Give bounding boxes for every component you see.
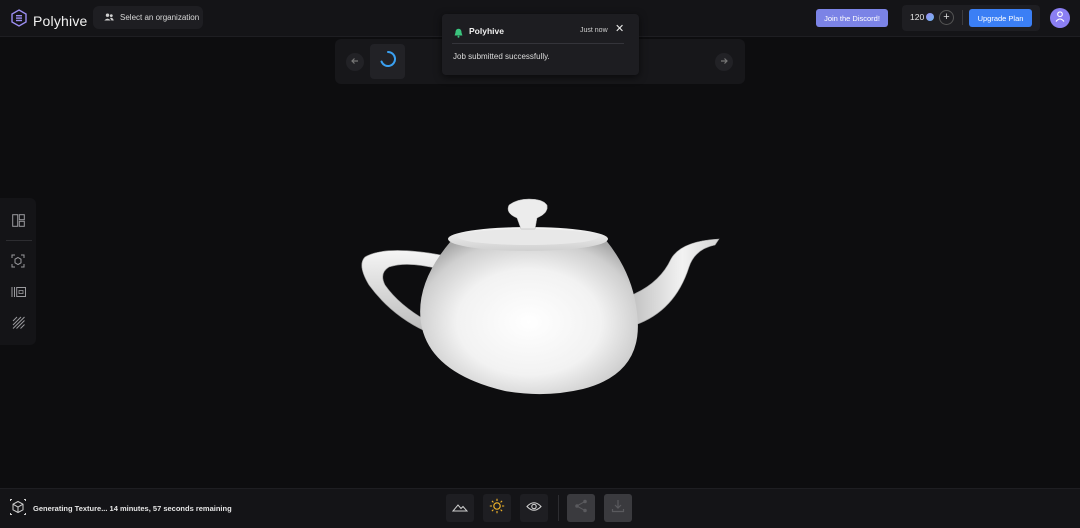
users-icon bbox=[104, 13, 114, 23]
texture-stripes-icon[interactable] bbox=[10, 314, 26, 330]
share-icon bbox=[574, 499, 588, 518]
app-name: Polyhive bbox=[33, 12, 88, 29]
arrow-right-icon bbox=[719, 53, 729, 71]
landscape-icon bbox=[451, 499, 469, 517]
add-credits-button[interactable]: + bbox=[939, 10, 954, 25]
generation-status-text: Generating Texture... 14 minutes, 57 sec… bbox=[33, 504, 232, 513]
credit-gem-icon bbox=[926, 13, 934, 21]
notification-toast bbox=[442, 14, 639, 75]
arrow-left-icon bbox=[350, 53, 360, 71]
lighting-button[interactable] bbox=[483, 494, 511, 522]
toast-divider bbox=[452, 43, 624, 44]
sun-icon bbox=[489, 498, 505, 519]
app-logo[interactable]: Polyhive bbox=[11, 9, 88, 32]
previous-model-button[interactable] bbox=[346, 53, 364, 71]
share-button[interactable] bbox=[567, 494, 595, 522]
uv-map-icon[interactable] bbox=[10, 284, 26, 300]
download-button[interactable] bbox=[604, 494, 632, 522]
bell-icon bbox=[454, 25, 463, 43]
polyhive-logo-icon bbox=[11, 9, 27, 32]
toast-message: Job submitted successfully. bbox=[453, 52, 550, 61]
eye-icon bbox=[526, 499, 542, 517]
cube-status-icon bbox=[9, 498, 27, 521]
join-discord-button[interactable]: Join the Discord! bbox=[816, 9, 888, 27]
user-icon bbox=[1055, 9, 1065, 27]
toolbar-divider bbox=[558, 495, 559, 521]
next-model-button[interactable] bbox=[715, 53, 733, 71]
layout-icon[interactable] bbox=[10, 212, 26, 228]
environment-button[interactable] bbox=[446, 494, 474, 522]
sidebar-divider bbox=[6, 240, 32, 241]
focus-object-icon[interactable] bbox=[10, 253, 26, 269]
credits-count: 120 bbox=[910, 12, 925, 22]
toast-timestamp: Just now bbox=[580, 27, 608, 34]
upgrade-plan-button[interactable]: Upgrade Plan bbox=[969, 9, 1032, 27]
loading-spinner-icon bbox=[379, 50, 397, 73]
org-button-label: Select an organization bbox=[120, 13, 200, 22]
teapot-3d-model[interactable] bbox=[355, 193, 725, 403]
toast-close-icon[interactable]: ✕ bbox=[615, 22, 624, 35]
user-avatar[interactable] bbox=[1050, 8, 1070, 28]
toast-title: Polyhive bbox=[469, 26, 504, 36]
select-organization-button[interactable]: Select an organization bbox=[93, 6, 203, 29]
download-icon bbox=[611, 499, 625, 518]
model-thumbnail-loading[interactable] bbox=[370, 44, 405, 79]
header-divider bbox=[962, 10, 963, 25]
view-mode-button[interactable] bbox=[520, 494, 548, 522]
